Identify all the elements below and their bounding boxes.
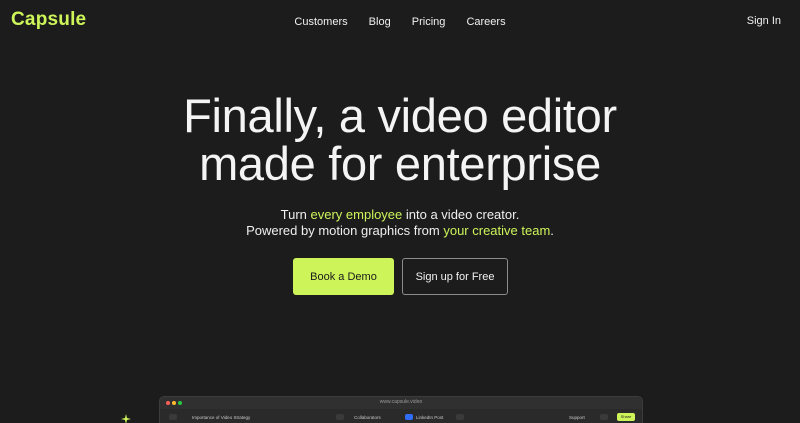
highlight-creative-team: your creative team [443,223,551,238]
book-demo-button[interactable]: Book a Demo [293,258,394,295]
linkedin-icon [405,414,413,420]
preview-titlebar: www.capsule.video [160,397,642,409]
sub-text: Turn [280,207,311,222]
preview-tab-linkedin[interactable]: LinkedIn Post [416,415,443,420]
preview-url: www.capsule.video [379,399,423,405]
highlight-every-employee: every employee [310,207,403,222]
sparkle-icon [121,414,131,423]
sign-in-link[interactable]: Sign In [747,15,781,27]
hero-headline: Finally, a video editor made for enterpr… [0,92,800,188]
app-preview-window: www.capsule.video Importance of Video St… [159,396,643,423]
sub-text: Powered by motion graphics from [246,223,444,238]
preview-share-button[interactable]: Share [617,413,635,421]
landing-page: Capsule Customers Blog Pricing Careers S… [0,0,800,423]
preview-toolbar: Importance of Video Strategy Collaborato… [160,409,642,423]
sparkle-icon[interactable] [456,414,464,420]
headline-line-1: Finally, a video editor [183,89,617,142]
preview-support[interactable]: Support [569,415,585,420]
subheading-line-2: Powered by motion graphics from your cre… [0,223,800,239]
chat-icon[interactable] [600,414,608,420]
nav-item-blog[interactable]: Blog [369,16,391,28]
nav-item-customers[interactable]: Customers [294,16,347,28]
hero-subheading: Turn every employee into a video creator… [0,207,800,239]
nav-item-pricing[interactable]: Pricing [412,16,446,28]
preview-tab-collaborators[interactable]: Collaborators [354,415,381,420]
back-arrow-icon[interactable] [169,414,177,420]
sub-text: into a video creator. [402,207,520,222]
headline-line-2: made for enterprise [199,137,601,190]
chat-icon[interactable] [336,414,344,420]
preview-project-title: Importance of Video Strategy [192,415,251,420]
sign-up-free-button[interactable]: Sign up for Free [402,258,508,295]
main-nav: Customers Blog Pricing Careers [0,16,800,28]
nav-item-careers[interactable]: Careers [466,16,505,28]
sub-text: . [550,223,554,238]
subheading-line-1: Turn every employee into a video creator… [0,207,800,223]
